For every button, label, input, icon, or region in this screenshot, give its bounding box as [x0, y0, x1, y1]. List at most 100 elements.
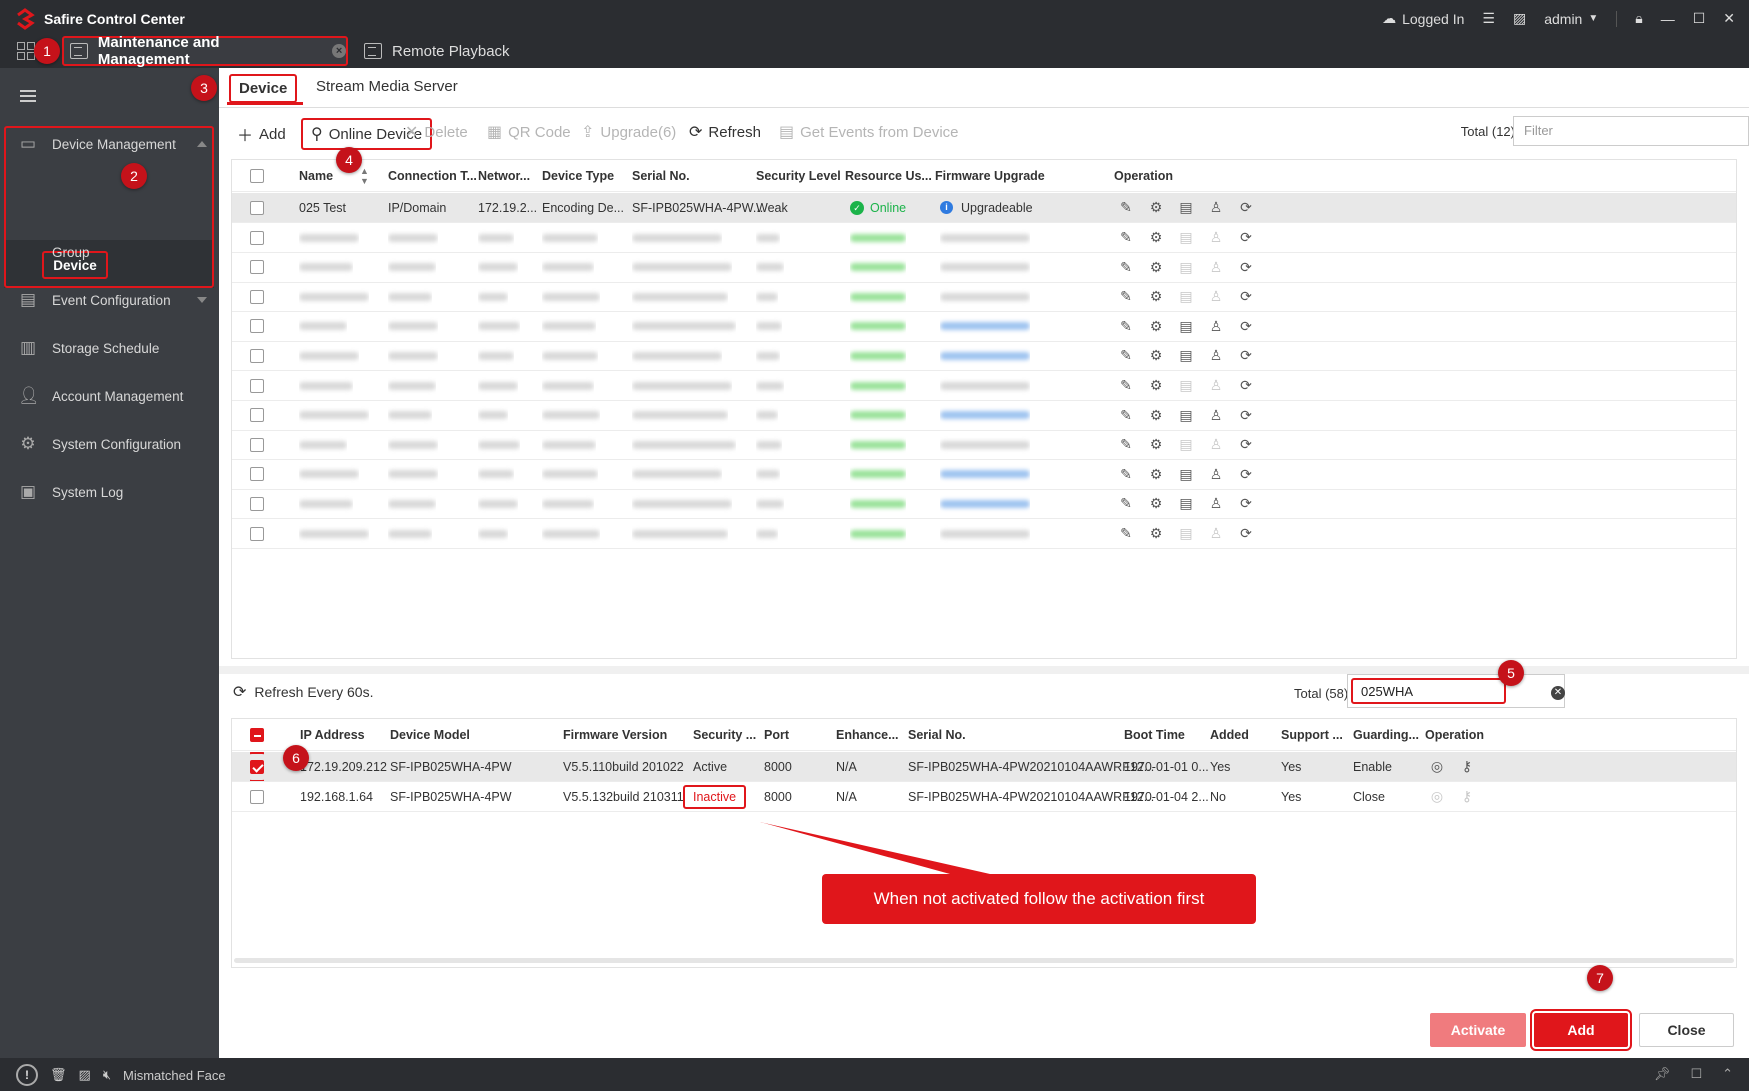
settings-icon[interactable]: ⚙ — [1148, 229, 1164, 246]
settings-icon[interactable]: ⚙ — [1148, 347, 1164, 364]
remote-config-icon[interactable]: ▤ — [1178, 229, 1194, 246]
close-button[interactable]: Close — [1639, 1013, 1734, 1047]
refresh-icon[interactable]: ⟳ — [1238, 229, 1254, 246]
user-icon[interactable]: ♙ — [1208, 259, 1224, 276]
sidebar-item-storage-schedule[interactable]: ▥ Storage Schedule — [0, 328, 219, 368]
user-icon[interactable]: ♙ — [1208, 318, 1224, 335]
col-support[interactable]: Support ... — [1281, 719, 1343, 750]
edit-icon[interactable]: ✎ — [1118, 229, 1134, 246]
table-row[interactable]: ✎ ⚙ ▤ ♙ ⟳ — [232, 341, 1736, 372]
edit-icon[interactable]: ✎ — [1118, 525, 1134, 542]
lock-icon[interactable]: 🔒︎ — [1635, 10, 1642, 27]
filter-input[interactable]: Filter — [1513, 116, 1749, 146]
user-icon[interactable]: ♙ — [1208, 288, 1224, 305]
auto-refresh[interactable]: ⟳ Refresh Every 60s. — [233, 682, 373, 702]
minimize-icon[interactable]: — — [1661, 11, 1675, 27]
edit-icon[interactable]: ✎ — [1118, 407, 1134, 424]
row-checkbox[interactable] — [250, 200, 264, 215]
col-firmware[interactable]: Firmware Upgrade — [935, 160, 1045, 191]
sidebar-item-system-configuration[interactable]: ⚙ System Configuration — [0, 424, 219, 464]
tab-device[interactable]: Device — [229, 74, 298, 103]
table-row[interactable]: ✎ ⚙ ▤ ♙ ⟳ — [232, 282, 1736, 313]
col-resource[interactable]: Resource Us... — [845, 160, 932, 191]
sidebar-item-event-configuration[interactable]: ▤ Event Configuration — [0, 280, 219, 320]
user-icon[interactable]: ♙ — [1208, 525, 1224, 542]
row-checkbox[interactable] — [250, 496, 264, 511]
col-name[interactable]: Name — [299, 160, 333, 191]
settings-icon[interactable]: ⚙ — [1148, 318, 1164, 335]
tab-stream-media-server[interactable]: Stream Media Server — [316, 78, 458, 95]
table-row[interactable]: ✎ ⚙ ▤ ♙ ⟳ — [232, 371, 1736, 401]
refresh-icon[interactable]: ⟳ — [1238, 199, 1254, 216]
clear-search-icon[interactable]: ✕ — [1551, 686, 1565, 700]
settings-icon[interactable]: ⚙ — [1148, 495, 1164, 512]
refresh-icon[interactable]: ⟳ — [1238, 466, 1254, 483]
refresh-icon[interactable]: ⟳ — [1238, 318, 1254, 335]
edit-icon[interactable]: ✎ — [1118, 495, 1134, 512]
close-tab-icon[interactable]: × — [332, 44, 346, 58]
remote-config-icon[interactable]: ▤ — [1178, 199, 1194, 216]
refresh-icon[interactable]: ⟳ — [1238, 347, 1254, 364]
col-model[interactable]: Device Model — [390, 719, 470, 750]
user-icon[interactable]: ♙ — [1208, 229, 1224, 246]
row-checkbox[interactable] — [250, 348, 264, 363]
table-row[interactable]: ✎ ⚙ ▤ ♙ ⟳ — [232, 430, 1736, 461]
remote-config-icon[interactable]: ▤ — [1178, 495, 1194, 512]
col-connection[interactable]: Connection T... — [388, 160, 477, 191]
settings-icon[interactable]: ⚙ — [1148, 259, 1164, 276]
add-device-button[interactable]: ＋ Add — [237, 122, 286, 146]
get-events-button[interactable]: ▤ Get Events from Device — [779, 122, 959, 142]
refresh-icon[interactable]: ⟳ — [1238, 495, 1254, 512]
remote-config-icon[interactable]: ▤ — [1178, 407, 1194, 424]
row-checkbox[interactable] — [250, 289, 264, 304]
chart-icon[interactable]: ▨ — [1513, 10, 1526, 27]
row-checkbox[interactable] — [250, 752, 264, 781]
user-icon[interactable]: ♙ — [1208, 347, 1224, 364]
remote-config-icon[interactable]: ▤ — [1178, 318, 1194, 335]
refresh-icon[interactable]: ⟳ — [1238, 377, 1254, 394]
table-row[interactable]: ✎ ⚙ ▤ ♙ ⟳ — [232, 253, 1736, 283]
alert-icon[interactable]: ! — [16, 1064, 38, 1086]
user-menu[interactable]: admin — [1544, 11, 1582, 27]
menu-toggle-icon[interactable] — [20, 90, 36, 102]
settings-icon[interactable]: ⚙ — [1148, 199, 1164, 216]
tab-maintenance[interactable]: Maintenance and Management × — [62, 34, 348, 68]
col-boot[interactable]: Boot Time — [1124, 719, 1185, 750]
refresh-button[interactable]: ⟳ Refresh — [689, 122, 761, 142]
remote-config-icon[interactable]: ▤ — [1178, 288, 1194, 305]
sidebar-item-system-log[interactable]: ▣ System Log — [0, 472, 219, 512]
app-grid-icon[interactable] — [17, 42, 35, 60]
maximize-icon[interactable]: ☐ — [1693, 10, 1706, 27]
user-icon[interactable]: ♙ — [1208, 377, 1224, 394]
col-security[interactable]: Security ... — [693, 719, 756, 750]
window-icon[interactable]: ☐ — [1690, 1066, 1702, 1082]
remote-config-icon[interactable]: ▤ — [1178, 525, 1194, 542]
edit-icon[interactable]: ✎ — [1118, 347, 1134, 364]
row-checkbox[interactable] — [250, 408, 264, 423]
refresh-icon[interactable]: ⟳ — [1238, 288, 1254, 305]
mute-icon[interactable]: 🔇︎ — [103, 1067, 111, 1083]
table-row[interactable]: 025 Test IP/Domain 172.19.2... Encoding … — [232, 193, 1736, 223]
row-checkbox[interactable] — [250, 437, 264, 452]
row-checkbox[interactable] — [250, 789, 264, 804]
qr-code-button[interactable]: ▦ QR Code — [487, 122, 571, 142]
table-row[interactable]: ✎ ⚙ ▤ ♙ ⟳ — [232, 223, 1736, 253]
col-guarding[interactable]: Guarding... — [1353, 719, 1419, 750]
edit-icon[interactable]: ✎ — [1118, 436, 1134, 453]
horizontal-scrollbar[interactable] — [234, 958, 1734, 963]
user-icon[interactable]: ♙ — [1208, 407, 1224, 424]
settings-icon[interactable]: ⚙ — [1148, 466, 1164, 483]
user-icon[interactable]: ♙ — [1208, 495, 1224, 512]
refresh-icon[interactable]: ⟳ — [1238, 436, 1254, 453]
col-security[interactable]: Security Level — [756, 160, 841, 191]
row-checkbox[interactable] — [250, 260, 264, 275]
tab-remote-playback[interactable]: Remote Playback — [364, 36, 510, 66]
user-icon[interactable]: ♙ — [1208, 466, 1224, 483]
refresh-icon[interactable]: ⟳ — [1238, 525, 1254, 542]
close-window-icon[interactable]: ✕ — [1723, 10, 1735, 27]
settings-icon[interactable]: ⚙ — [1148, 525, 1164, 542]
col-port[interactable]: Port — [764, 719, 789, 750]
remote-config-icon[interactable]: ▤ — [1178, 466, 1194, 483]
edit-icon[interactable]: ✎ — [1118, 259, 1134, 276]
sidebar-item-group[interactable]: Group — [0, 232, 219, 272]
